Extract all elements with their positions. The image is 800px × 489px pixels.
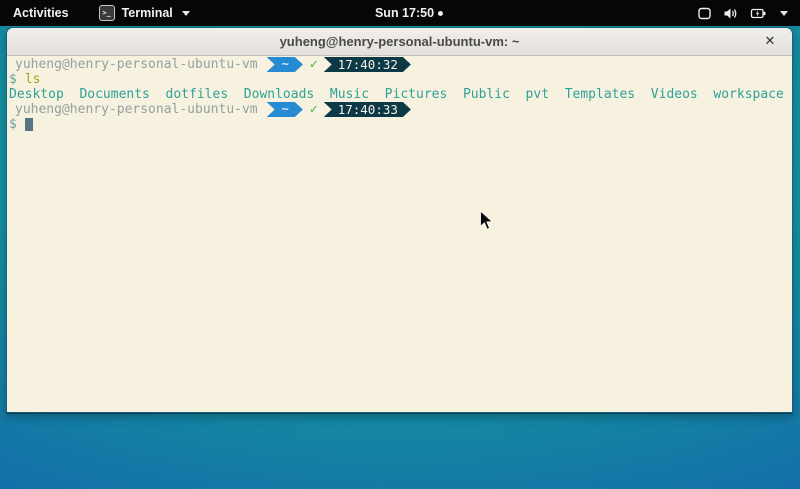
activities-button[interactable]: Activities xyxy=(0,0,81,26)
check-icon: ✓ xyxy=(310,102,318,117)
terminal-icon: >_ xyxy=(99,5,115,21)
terminal-window: yuheng@henry-personal-ubuntu-vm: ~ ✕ yuh… xyxy=(6,27,793,413)
prompt-line-2: yuheng@henry-personal-ubuntu-vm ~ ✓ 17:4… xyxy=(9,102,792,117)
terminal-cursor xyxy=(25,118,33,131)
prompt-path-segment: ~ xyxy=(267,57,303,72)
display-icon xyxy=(697,6,712,21)
prompt-path: ~ xyxy=(282,57,289,72)
current-input-line[interactable]: $ xyxy=(9,117,792,132)
app-menu-terminal[interactable]: >_ Terminal xyxy=(99,0,190,26)
notification-dot xyxy=(438,11,443,16)
clock-label: Sun 17:50 xyxy=(375,6,434,20)
prompt-line-1: yuheng@henry-personal-ubuntu-vm ~ ✓ 17:4… xyxy=(9,57,792,72)
ls-output-line: Desktop Documents dotfiles Downloads Mus… xyxy=(9,87,792,102)
system-status-area[interactable] xyxy=(697,0,800,26)
prompt-symbol: $ xyxy=(9,117,17,132)
close-button[interactable]: ✕ xyxy=(760,32,780,52)
prompt-time-segment: 17:40:33 xyxy=(324,102,411,117)
app-menu-label: Terminal xyxy=(122,6,173,20)
battery-charging-icon xyxy=(750,6,767,21)
chevron-down-icon xyxy=(780,11,788,16)
titlebar[interactable]: yuheng@henry-personal-ubuntu-vm: ~ ✕ xyxy=(7,28,792,56)
command-line: $ ls xyxy=(9,72,792,87)
directory-listing: Desktop Documents dotfiles Downloads Mus… xyxy=(9,87,784,102)
prompt-time: 17:40:33 xyxy=(338,102,398,117)
prompt-username: yuheng@henry-personal-ubuntu-vm xyxy=(15,57,258,72)
volume-icon xyxy=(723,6,739,21)
prompt-path-segment: ~ xyxy=(267,102,303,117)
window-title: yuheng@henry-personal-ubuntu-vm: ~ xyxy=(280,34,520,49)
prompt-time: 17:40:32 xyxy=(338,57,398,72)
chevron-down-icon xyxy=(182,11,190,16)
command-text: ls xyxy=(25,72,41,87)
prompt-username: yuheng@henry-personal-ubuntu-vm xyxy=(15,102,258,117)
check-icon: ✓ xyxy=(310,57,318,72)
terminal-content[interactable]: yuheng@henry-personal-ubuntu-vm ~ ✓ 17:4… xyxy=(7,56,792,412)
prompt-time-segment: 17:40:32 xyxy=(324,57,411,72)
top-bar: Activities >_ Terminal Sun 17:50 xyxy=(0,0,800,26)
prompt-path: ~ xyxy=(282,102,289,117)
clock-button[interactable]: Sun 17:50 xyxy=(375,0,443,26)
prompt-symbol: $ xyxy=(9,72,17,87)
